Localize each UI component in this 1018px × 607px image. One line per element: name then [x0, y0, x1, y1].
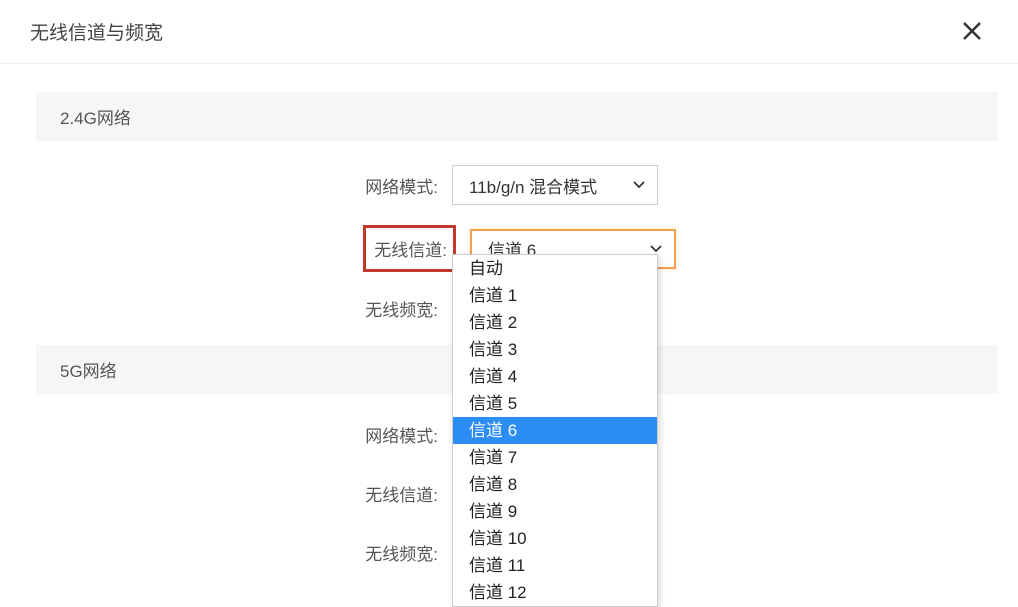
dropdown-option[interactable]: 信道 2 — [453, 309, 657, 336]
dialog-title: 无线信道与频宽 — [30, 18, 163, 45]
label-5g-bandwidth: 无线频宽: — [36, 536, 452, 565]
dropdown-option[interactable]: 信道 10 — [453, 525, 657, 552]
chevron-down-icon — [650, 245, 662, 253]
label-24g-channel-wrap: 无线信道: — [36, 225, 456, 272]
label-24g-bandwidth: 无线频宽: — [36, 296, 452, 321]
dropdown-option[interactable]: 信道 1 — [453, 282, 657, 309]
row-24g-mode: 网络模式: 11b/g/n 混合模式 — [36, 165, 998, 205]
dropdown-option[interactable]: 信道 6 — [453, 417, 657, 444]
dropdown-option[interactable]: 信道 8 — [453, 471, 657, 498]
select-24g-mode[interactable]: 11b/g/n 混合模式 — [452, 165, 658, 205]
label-24g-mode: 网络模式: — [36, 173, 452, 198]
dropdown-option[interactable]: 信道 11 — [453, 552, 657, 579]
chevron-down-icon — [633, 181, 645, 189]
dropdown-option[interactable]: 信道 4 — [453, 363, 657, 390]
section-24g-title: 2.4G网络 — [36, 92, 998, 141]
dropdown-option[interactable]: 信道 12 — [453, 579, 657, 606]
close-icon — [962, 21, 982, 41]
close-button[interactable] — [956, 19, 988, 45]
select-24g-mode-value: 11b/g/n 混合模式 — [469, 173, 597, 198]
dropdown-option[interactable]: 自动 — [453, 255, 657, 282]
dropdown-option[interactable]: 信道 9 — [453, 498, 657, 525]
dropdown-24g-channel[interactable]: 自动信道 1信道 2信道 3信道 4信道 5信道 6信道 7信道 8信道 9信道… — [452, 254, 658, 607]
label-5g-mode: 网络模式: — [36, 418, 452, 447]
label-24g-channel: 无线信道: — [363, 225, 456, 272]
dropdown-option[interactable]: 信道 7 — [453, 444, 657, 471]
label-5g-channel: 无线信道: — [36, 477, 452, 506]
dropdown-option[interactable]: 信道 5 — [453, 390, 657, 417]
dialog-header: 无线信道与频宽 — [0, 0, 1018, 64]
dropdown-option[interactable]: 信道 3 — [453, 336, 657, 363]
